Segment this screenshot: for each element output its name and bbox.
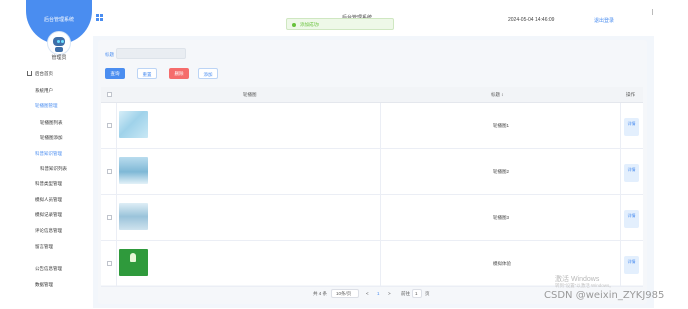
carousel-thumbnail <box>119 249 148 276</box>
goto-value: 1 <box>415 291 418 296</box>
sidebar-item-sim-records[interactable]: 模拟记录管理 <box>35 212 62 218</box>
current-datetime: 2024-05-04 14:46:09 <box>508 17 555 23</box>
robot-body-icon <box>55 47 63 52</box>
row-checkbox[interactable] <box>107 215 112 220</box>
table-row: 轮播图2 详情 <box>101 149 643 195</box>
carousel-thumbnail <box>119 157 148 184</box>
sidebar-item-messages[interactable]: 留言管理 <box>35 244 53 250</box>
column-header-title[interactable]: 标题 ↕ <box>491 92 504 98</box>
sidebar-item-carousel-add[interactable]: 轮播图添加 <box>40 135 63 141</box>
row-title: 轮播图3 <box>493 215 510 220</box>
sidebar-item-comments[interactable]: 评论信息管理 <box>35 228 62 234</box>
sidebar-item-notices[interactable]: 公告信息管理 <box>35 266 62 272</box>
sidebar-item-carousel-list[interactable]: 轮播图列表 <box>40 120 63 126</box>
brand-title: 后台管理系统 <box>43 17 74 23</box>
row-checkbox[interactable] <box>107 169 112 174</box>
pager-total: 共 4 条 <box>313 291 328 296</box>
sidebar-item-home[interactable]: 后台首页 <box>35 71 53 77</box>
data-table: 轮播图 标题 ↕ 操作 轮播图1 详情 轮播图2 详情 轮播图3 详情 模拟体验… <box>101 87 643 287</box>
toast-message: 添加成功! <box>300 22 320 27</box>
divider <box>652 9 653 15</box>
sidebar-item-users[interactable]: 系统用户 <box>35 88 53 94</box>
windows-activation-subtext: 转到"设置"以激活 Windows。 <box>555 283 614 288</box>
page-size-label: 10条/页 <box>336 291 352 296</box>
reset-button[interactable]: 重置 <box>137 68 157 79</box>
table-row: 轮播图3 详情 <box>101 195 643 241</box>
sidebar-item-data[interactable]: 数据管理 <box>35 282 53 288</box>
robot-eye-icon <box>61 40 64 43</box>
current-page[interactable]: 1 <box>377 291 380 296</box>
prev-page-button[interactable]: < <box>366 291 369 296</box>
admin-name: 管理员 <box>51 55 67 61</box>
row-title: 模拟体验 <box>493 261 511 266</box>
avatar[interactable] <box>47 31 71 55</box>
search-input[interactable] <box>116 48 186 59</box>
csdn-watermark: CSDN @weixin_ZYKJ985 <box>544 290 665 301</box>
carousel-thumbnail <box>119 111 148 138</box>
sidebar-item-science[interactable]: 科普知识管理 <box>35 151 62 157</box>
row-checkbox[interactable] <box>107 261 112 266</box>
row-checkbox[interactable] <box>107 123 112 128</box>
detail-button[interactable]: 详情 <box>624 210 639 228</box>
logout-link[interactable]: 退出登录 <box>594 17 614 24</box>
leaf-icon <box>130 253 136 262</box>
detail-button[interactable]: 详情 <box>624 118 639 136</box>
carousel-thumbnail <box>119 203 148 230</box>
detail-button[interactable]: 详情 <box>624 256 639 274</box>
column-header-actions: 操作 <box>626 92 635 97</box>
home-icon <box>27 71 32 76</box>
table-header: 轮播图 标题 ↕ 操作 <box>101 87 643 103</box>
sidebar-item-science-list[interactable]: 科普知识列表 <box>40 166 67 172</box>
next-page-button[interactable]: > <box>388 291 391 296</box>
success-check-icon <box>292 23 296 27</box>
row-title: 轮播图1 <box>493 123 510 128</box>
sidebar-item-carousel[interactable]: 轮播图管理 <box>35 103 58 109</box>
robot-eye-icon <box>57 40 60 43</box>
sidebar-item-science-type[interactable]: 科普类型管理 <box>35 181 62 187</box>
sidebar-item-sim-people[interactable]: 模拟人员管理 <box>35 197 62 203</box>
add-button[interactable]: 添加 <box>198 68 218 79</box>
query-button[interactable]: 查询 <box>105 68 125 79</box>
search-label: 标题 <box>105 52 114 57</box>
page-unit: 页 <box>425 291 430 296</box>
row-title: 轮播图2 <box>493 169 510 174</box>
detail-button[interactable]: 详情 <box>624 164 639 182</box>
sidebar: 后台管理系统 管理员 后台首页 系统用户 轮播图管理 轮播图列表 轮播图添加 科… <box>0 0 92 309</box>
select-all-checkbox[interactable] <box>107 92 112 97</box>
grid-menu-icon[interactable] <box>96 14 104 22</box>
column-header-image: 轮播图 <box>243 92 257 97</box>
delete-button[interactable]: 删除 <box>169 68 189 79</box>
success-toast: 添加成功! <box>286 18 394 30</box>
table-row: 轮播图1 详情 <box>101 103 643 149</box>
goto-label: 前往 <box>401 291 410 296</box>
